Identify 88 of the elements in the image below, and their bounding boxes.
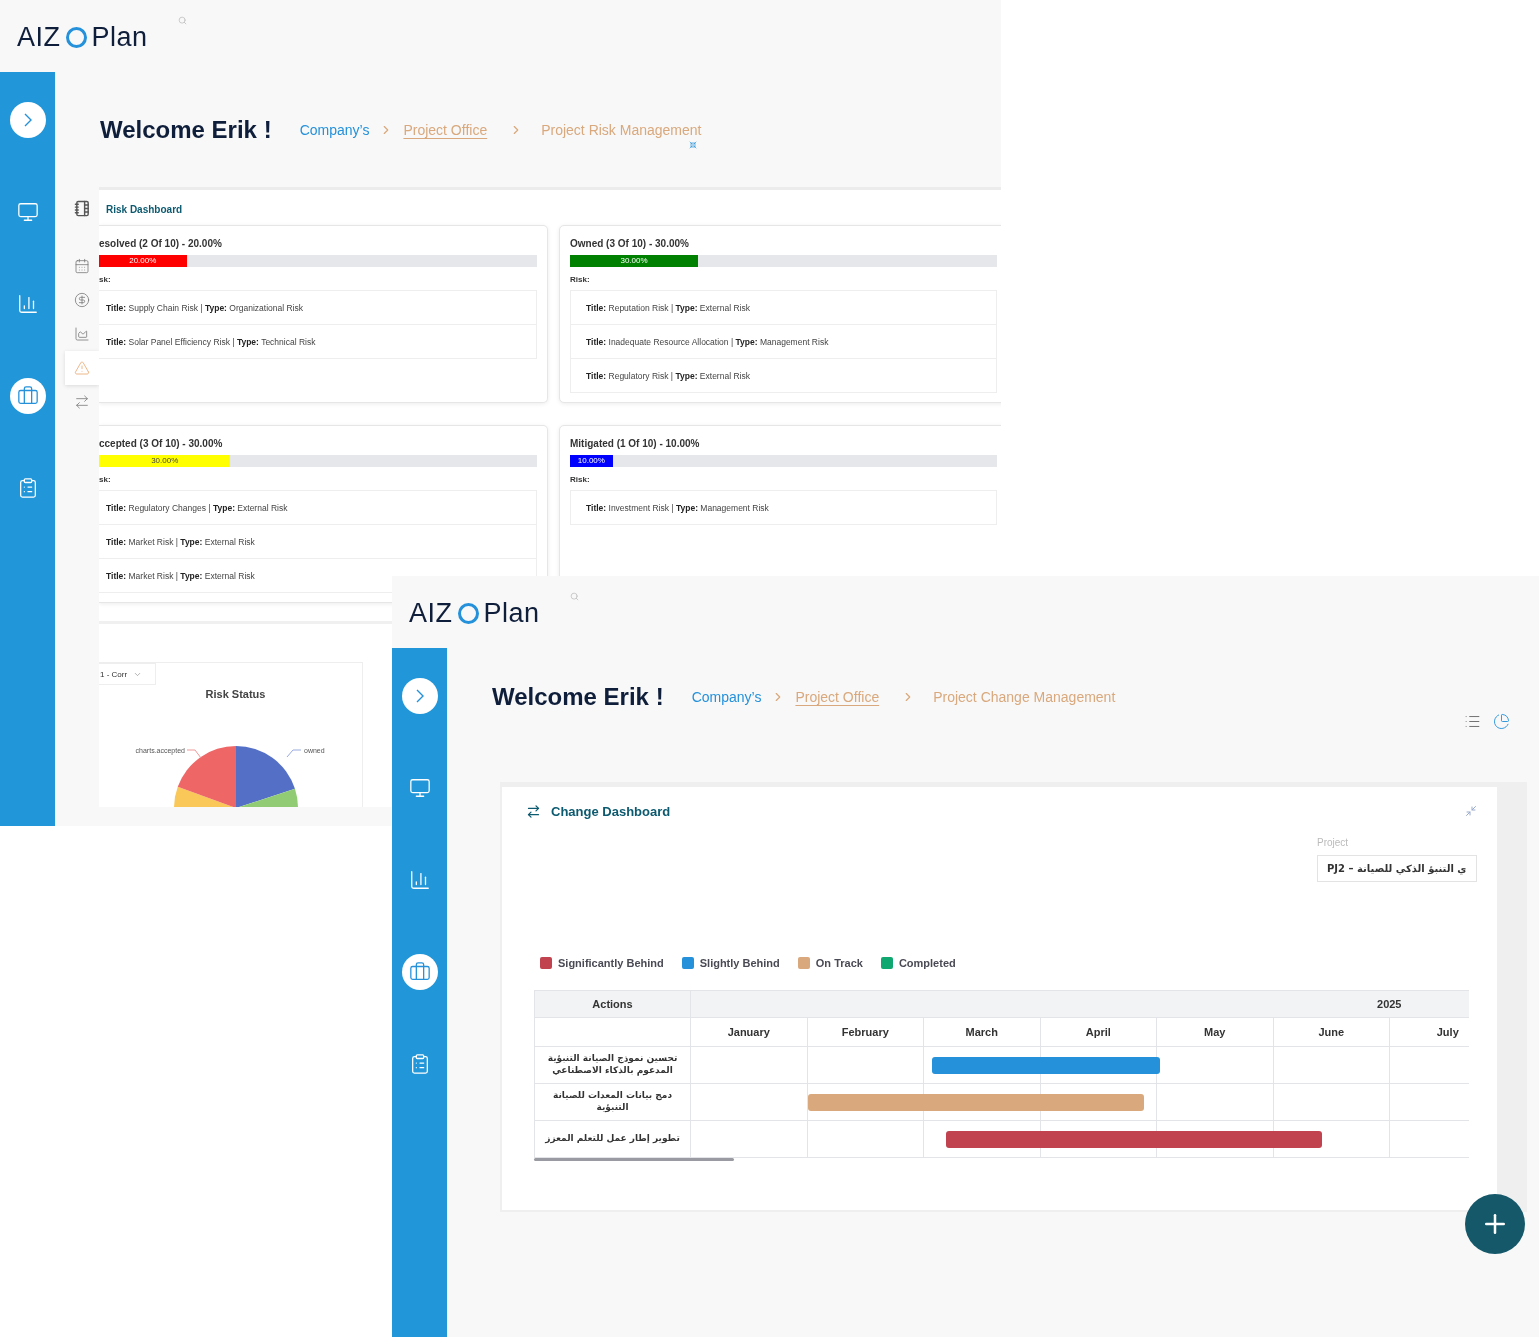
minimize-icon [1465,805,1477,817]
monitor-icon [408,777,431,799]
list-icon [1464,713,1481,730]
project-select[interactable]: PJ2 – ي التنبؤ الذكي للصيانة [1317,855,1477,882]
list-view-button[interactable] [1464,713,1481,730]
progress-label: 20.00% [129,257,157,265]
card-title: Mitigated (1 Of 10) - 10.00% [570,438,701,449]
risk-text: Title: Supply Chain Risk | Type: Organizational Risk [106,302,303,313]
progress-label: 30.00% [151,457,179,465]
list-label: Risk: [570,275,591,284]
risk-text: Title: Solar Panel Efficiency Risk | Type: Technical Risk [106,336,316,347]
card-title: ccepted (3 Of 10) - 30.00% [99,438,224,449]
legend-label: On Track [815,957,863,969]
notebook-icon [73,200,91,217]
month-header: March [924,1018,1041,1047]
logo-text: AIZ [17,22,61,52]
action-name: دمج بيانات المعدات للصيانة التنبؤية [535,1084,691,1121]
column-header: Actions [535,990,691,1018]
risk-text: Title: Regulatory Risk | Type: External Risk [586,370,750,381]
breadcrumb-link[interactable]: Project Change Management [933,689,1116,705]
calendar-icon [74,258,90,274]
area-chart-icon [74,326,90,342]
monitor-icon [16,201,39,223]
briefcase-icon [408,961,431,983]
month-header: April [1040,1018,1157,1047]
month-header: February [807,1018,924,1047]
action-name: تحسين نموذج الصيانة التنبؤية المدعوم بالذكاء الاصطناعي [535,1047,691,1084]
logo-text: AIZ [409,598,453,628]
legend-label: Completed [898,957,956,969]
progress-label: 30.00% [620,257,648,265]
legend-label: Significantly Behind [558,957,664,969]
legend-label: Slightly Behind [699,957,780,969]
field-label: Project [1317,837,1350,848]
sidebar-item[interactable] [9,378,46,414]
risk-text: Title: Investment Risk | Type: Management Risk [586,502,769,513]
logo-ring-icon [65,26,87,48]
pie-chart-button[interactable] [1493,713,1510,730]
search-icon[interactable] [177,16,187,25]
list-label: Risk: [570,475,591,484]
search-icon[interactable] [569,592,579,601]
logo-text: Plan [91,22,148,52]
risk-text: Title: Market Risk | Type: External Risk [106,536,255,547]
breadcrumb-link[interactable]: Company’s [691,689,762,705]
pie-chart-icon [1493,713,1510,730]
logo-text: Plan [483,598,540,628]
risk-text: Title: Regulatory Changes | Type: External Risk [106,502,288,513]
swap-arrows-icon [526,803,541,819]
breadcrumb-link[interactable]: Project Risk Management [541,121,702,138]
breadcrumb-link[interactable]: Project Office [795,689,880,705]
welcome-heading: Welcome Erik ! [100,115,272,144]
leader-line [286,749,302,758]
filter-dropdown[interactable]: 1 - Corr [99,663,156,685]
card-title: Owned (3 Of 10) - 30.00% [570,238,690,249]
sidebar-toggle-button[interactable] [401,678,438,714]
chevron-right-icon [23,113,32,127]
chart-title: Risk Status [205,688,266,700]
collapse-button[interactable] [1465,805,1477,817]
risk-text: Title: Inadequate Resource Allocation | Type: Management Risk [586,336,829,347]
welcome-heading: Welcome Erik ! [492,683,664,711]
month-header: June [1273,1018,1390,1047]
bar-chart-icon [16,293,39,315]
sidebar-item[interactable] [401,954,438,990]
dollar-circle-icon [74,292,90,308]
progress-label: 10.00% [577,457,605,465]
add-button[interactable] [1465,1194,1525,1254]
list-label: sk: [99,475,112,484]
list-label: sk: [99,275,112,284]
warning-icon [74,360,90,376]
shrink-icon[interactable] [689,141,698,149]
breadcrumb-link[interactable]: Project Office [403,121,488,138]
year-header: 2025 [691,990,1469,1018]
panel-title: Change Dashboard [551,803,671,819]
logo-ring-icon [457,602,479,624]
risk-text: Title: Reputation Risk | Type: External Risk [586,302,750,313]
bar-chart-icon [408,869,431,891]
month-header: May [1157,1018,1274,1047]
risk-text: Title: Market Risk | Type: External Risk [106,570,255,581]
breadcrumb-link[interactable]: Company’s [299,121,370,138]
briefcase-icon [16,385,39,407]
leader-line [186,749,202,759]
sidebar-toggle-button[interactable] [9,102,46,138]
month-header: January [691,1018,808,1047]
scrollbar[interactable] [534,1158,734,1161]
card-title: esolved (2 Of 10) - 20.00% [99,238,223,249]
swap-arrows-icon [74,394,90,410]
chevron-right-icon [415,689,424,703]
panel-title: Risk Dashboard [105,203,184,215]
action-name: تطوير إطار عمل للتعلم المعزز [535,1121,691,1158]
